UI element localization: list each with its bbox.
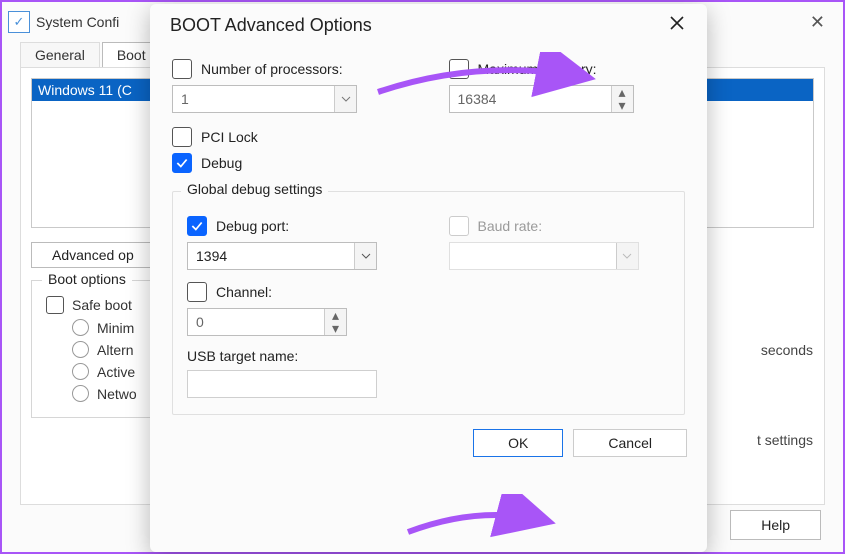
chevron-down-icon — [334, 86, 356, 112]
dialog-close-button[interactable] — [657, 12, 697, 39]
ok-button[interactable]: OK — [473, 429, 563, 457]
checkbox-checked-icon — [172, 153, 192, 173]
usb-target-name-input[interactable] — [187, 370, 377, 398]
help-button[interactable]: Help — [730, 510, 821, 540]
baud-rate-label: Baud rate: — [478, 218, 543, 234]
debug-port-value: 1394 — [188, 248, 354, 264]
radio-alternate-label: Altern — [97, 342, 134, 358]
close-icon — [669, 15, 685, 31]
safe-boot-label: Safe boot — [72, 297, 132, 313]
pci-lock-label: PCI Lock — [201, 129, 258, 145]
channel-checkbox[interactable]: Channel: — [187, 282, 670, 302]
maximum-memory-value: 16384 — [450, 91, 611, 107]
pci-lock-checkbox[interactable]: PCI Lock — [172, 127, 685, 147]
debug-label: Debug — [201, 155, 242, 171]
bg-window-title: System Confi — [36, 14, 119, 30]
debug-checkbox[interactable]: Debug — [172, 153, 685, 173]
spinner-controls[interactable]: ▴ ▾ — [611, 86, 633, 112]
advanced-options-button[interactable]: Advanced op — [31, 242, 155, 268]
number-of-processors-dropdown[interactable]: 1 — [172, 85, 357, 113]
chevron-down-icon — [354, 243, 376, 269]
checkbox-checked-icon — [187, 216, 207, 236]
checkbox-icon — [172, 127, 192, 147]
caret-down-icon[interactable]: ▾ — [325, 322, 346, 335]
seconds-label-partial: seconds — [761, 342, 813, 358]
checkbox-icon — [172, 59, 192, 79]
channel-value: 0 — [188, 314, 324, 330]
checkbox-icon — [187, 282, 207, 302]
boot-advanced-options-dialog: BOOT Advanced Options Number of processo… — [150, 4, 707, 552]
dialog-title: BOOT Advanced Options — [170, 15, 372, 36]
chevron-down-icon — [616, 243, 638, 269]
radio-icon — [72, 319, 89, 336]
number-of-processors-value: 1 — [173, 91, 334, 107]
debug-port-label: Debug port: — [216, 218, 289, 234]
global-debug-settings-group: Global debug settings Debug port: 1394 — [172, 191, 685, 415]
number-of-processors-checkbox[interactable]: Number of processors: — [172, 59, 409, 79]
dialog-body: Number of processors: 1 Maximum memory: — [150, 43, 707, 415]
radio-minimal-label: Minim — [97, 320, 134, 336]
radio-icon — [72, 363, 89, 380]
usb-target-name-label: USB target name: — [187, 348, 670, 364]
maximum-memory-spinner[interactable]: 16384 ▴ ▾ — [449, 85, 634, 113]
maximum-memory-label: Maximum memory: — [478, 61, 597, 77]
baud-rate-dropdown — [449, 242, 639, 270]
checkbox-disabled-icon — [449, 216, 469, 236]
boot-options-legend: Boot options — [42, 271, 132, 287]
radio-icon — [72, 341, 89, 358]
checkbox-icon — [46, 296, 64, 314]
dialog-actions: OK Cancel — [150, 415, 707, 473]
channel-label: Channel: — [216, 284, 272, 300]
number-of-processors-label: Number of processors: — [201, 61, 343, 77]
debug-port-dropdown[interactable]: 1394 — [187, 242, 377, 270]
cancel-button[interactable]: Cancel — [573, 429, 687, 457]
spinner-controls[interactable]: ▴ ▾ — [324, 309, 346, 335]
group-legend: Global debug settings — [181, 181, 328, 197]
debug-port-checkbox[interactable]: Debug port: — [187, 216, 409, 236]
caret-down-icon[interactable]: ▾ — [612, 99, 633, 112]
tab-general[interactable]: General — [20, 42, 100, 67]
msconfig-icon: ✓ — [8, 11, 30, 33]
dlg-titlebar: BOOT Advanced Options — [150, 4, 707, 43]
bg-close-icon[interactable]: ✕ — [800, 8, 835, 37]
radio-icon — [72, 385, 89, 402]
radio-active-label: Active — [97, 364, 135, 380]
baud-rate-checkbox: Baud rate: — [449, 216, 671, 236]
checkbox-icon — [449, 59, 469, 79]
maximum-memory-checkbox[interactable]: Maximum memory: — [449, 59, 686, 79]
settings-label-partial: t settings — [757, 432, 813, 448]
channel-spinner[interactable]: 0 ▴ ▾ — [187, 308, 347, 336]
radio-network-label: Netwo — [97, 386, 137, 402]
